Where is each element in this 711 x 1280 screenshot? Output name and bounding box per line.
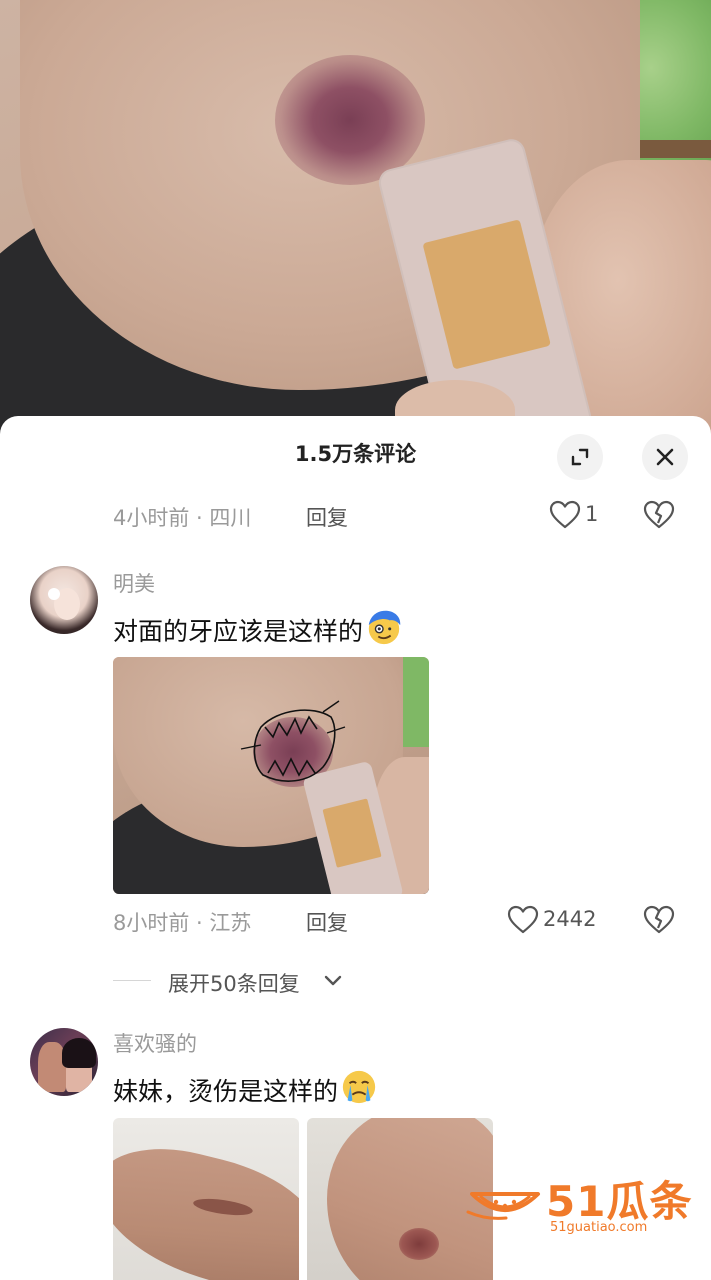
comment-username[interactable]: 喜欢骚的 <box>113 1028 197 1058</box>
reply-button[interactable]: 回复 <box>306 907 348 937</box>
expand-divider <box>113 980 151 981</box>
comment-image[interactable] <box>113 1118 299 1280</box>
comment-image[interactable] <box>113 657 429 894</box>
dislike-button[interactable] <box>643 500 675 535</box>
post-photo[interactable] <box>0 0 711 440</box>
expand-replies-label: 展开50条回复 <box>168 972 300 996</box>
comment-body: 妹妹，烫伤是这样的 <box>113 1077 339 1106</box>
like-button[interactable]: 2442 <box>507 903 617 937</box>
crying-face-emoji <box>342 1070 376 1104</box>
avatar[interactable] <box>30 1028 98 1096</box>
comment-text: 对面的牙应该是这样的 <box>113 608 403 648</box>
like-count: 2442 <box>543 907 597 931</box>
watermark-domain: 51guatiao.com <box>550 1220 648 1235</box>
watermelon-logo-icon <box>466 1192 540 1220</box>
image-burn <box>399 1228 439 1260</box>
comment-text: 妹妹，烫伤是这样的 <box>113 1068 378 1108</box>
comment-count-title: 1.5万条评论 <box>294 442 417 466</box>
comment-time-location: 8小时前 · 江苏 <box>113 911 252 935</box>
dislike-button[interactable] <box>643 905 675 940</box>
like-button[interactable]: 1 <box>549 498 619 532</box>
watermark: 51瓜条 51guatiao.com <box>466 1166 696 1240</box>
comment-meta: 8小时前 · 江苏 回复 2442 <box>113 903 693 937</box>
like-count: 1 <box>585 502 599 526</box>
expand-button[interactable] <box>557 434 603 480</box>
heart-icon <box>507 905 539 934</box>
bandage-pad <box>422 219 551 370</box>
comment-sheet: 1.5万条评论 4小时前 · 四川 回复 1 明美 对面的牙应该是这样的 8小时… <box>0 416 711 1280</box>
heart-icon <box>549 500 581 529</box>
comment-meta: 4小时前 · 四川 回复 1 <box>113 498 693 532</box>
close-button[interactable] <box>642 434 688 480</box>
close-icon <box>656 448 674 466</box>
expand-replies-button[interactable]: 展开50条回复 <box>113 964 413 998</box>
reply-button[interactable]: 回复 <box>306 502 348 532</box>
avatar-flower <box>48 588 60 600</box>
avatar[interactable] <box>30 566 98 634</box>
comment-username[interactable]: 明美 <box>113 568 155 598</box>
expand-icon <box>571 448 589 466</box>
broken-heart-icon <box>643 905 675 934</box>
comment-body: 对面的牙应该是这样的 <box>113 617 364 646</box>
dizzy-face-emoji <box>368 610 401 645</box>
teeth-sketch <box>240 700 346 782</box>
chevron-down-icon <box>324 975 342 986</box>
broken-heart-icon <box>643 500 675 529</box>
comment-time-location: 4小时前 · 四川 <box>113 506 252 530</box>
avatar-hair <box>62 1038 96 1068</box>
